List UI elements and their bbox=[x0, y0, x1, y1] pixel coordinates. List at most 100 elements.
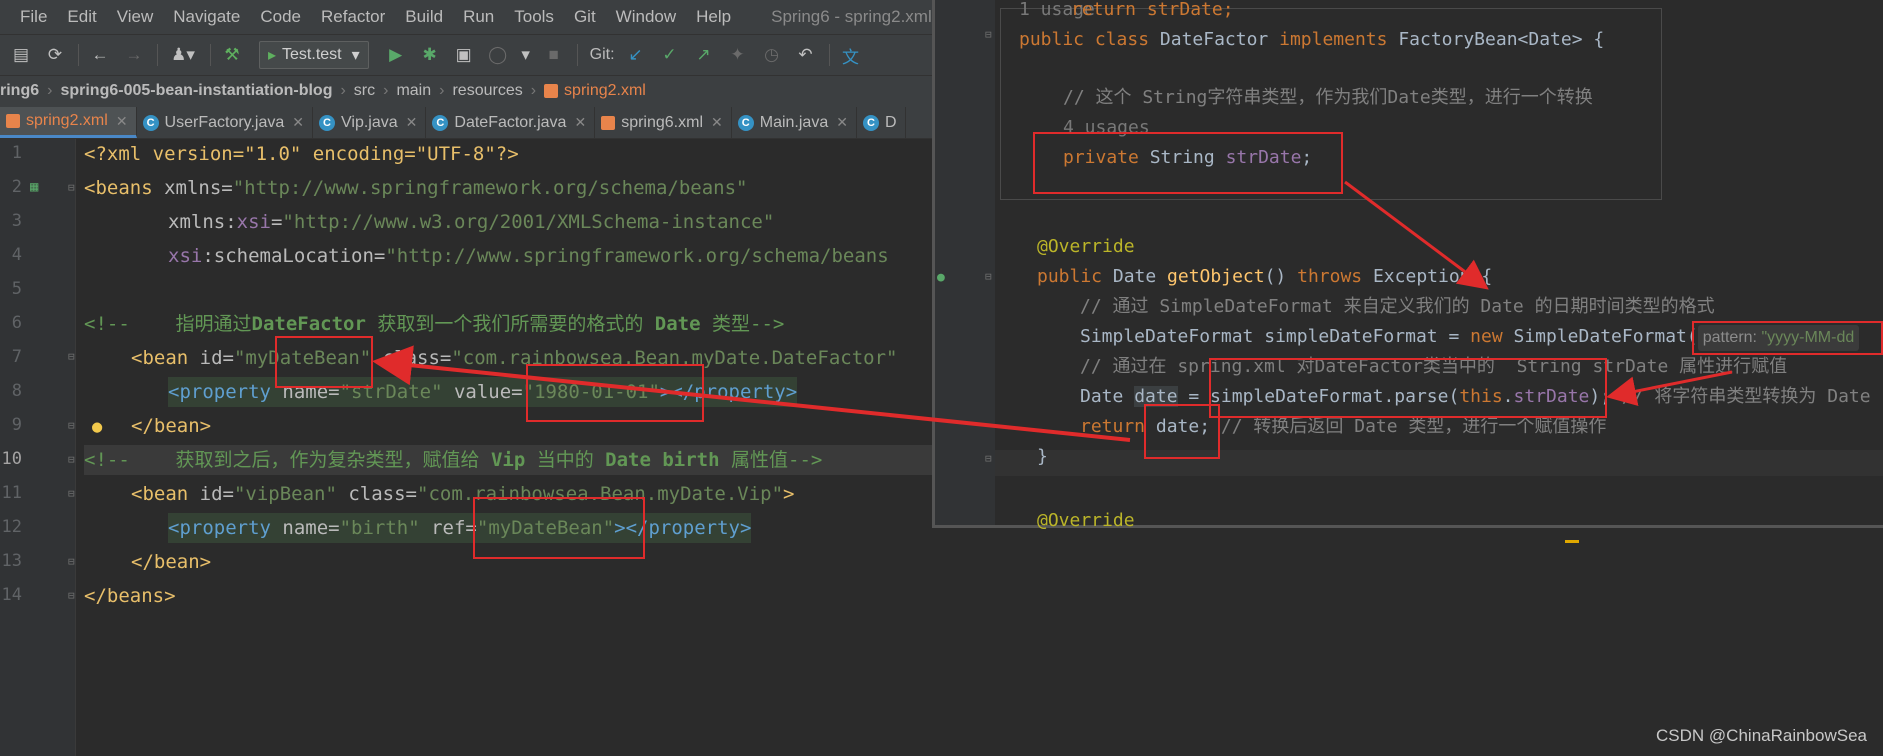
menu-git[interactable]: Git bbox=[574, 7, 596, 27]
breadcrumb-resources[interactable]: resources bbox=[452, 82, 522, 100]
override-gutter-icon[interactable]: ● bbox=[937, 270, 945, 285]
profile-icon[interactable]: ◯ bbox=[485, 42, 511, 68]
breadcrumb-module[interactable]: spring6-005-bean-instantiation-blog bbox=[60, 82, 332, 100]
tab-main-java[interactable]: C Main.java ✕ bbox=[732, 107, 857, 138]
tab-userfactory-java[interactable]: C UserFactory.java ✕ bbox=[137, 107, 314, 138]
debug-icon[interactable]: ✱ bbox=[417, 42, 443, 68]
menu-code[interactable]: Code bbox=[260, 7, 301, 27]
fold-icon[interactable]: ⊟ bbox=[68, 181, 75, 194]
menu-edit[interactable]: Edit bbox=[67, 7, 96, 27]
stop-icon[interactable]: ■ bbox=[541, 42, 567, 68]
git-commit-icon[interactable]: ✓ bbox=[657, 42, 683, 68]
watermark: CSDN @ChinaRainbowSea bbox=[1656, 726, 1867, 745]
attr-name: class= bbox=[371, 347, 452, 369]
save-icon[interactable]: ▤ bbox=[8, 42, 34, 68]
tab-d-java[interactable]: C D bbox=[857, 107, 906, 138]
run-icon[interactable]: ▶ bbox=[383, 42, 409, 68]
attr-name: xmlns= bbox=[164, 177, 233, 199]
menu-run[interactable]: Run bbox=[463, 7, 494, 27]
more-dropdown-icon[interactable]: ▾ bbox=[519, 42, 533, 68]
tab-label: Main.java bbox=[759, 113, 829, 131]
breadcrumb-src[interactable]: src bbox=[354, 82, 375, 100]
chevron-right-icon: › bbox=[340, 82, 346, 99]
git-update-icon[interactable]: ↙ bbox=[623, 42, 649, 68]
tab-label: spring2.xml bbox=[26, 112, 108, 129]
user-dropdown-icon[interactable]: ♟▾ bbox=[166, 42, 200, 68]
fold-icon[interactable]: ⊟ bbox=[985, 28, 992, 41]
xml-code-editor[interactable]: <?xml version="1.0" encoding="UTF-8"?> <… bbox=[76, 139, 940, 756]
xml-file-icon bbox=[6, 114, 20, 128]
class-icon: C bbox=[319, 114, 336, 131]
toolbar-divider bbox=[210, 44, 211, 66]
menu-window[interactable]: Window bbox=[616, 7, 676, 27]
breadcrumb-main[interactable]: main bbox=[396, 82, 431, 100]
fold-icon[interactable]: ⊟ bbox=[68, 453, 75, 466]
java-comment: // 这个 String字符串类型，作为我们Date类型，进行一个转换 bbox=[1063, 85, 1593, 111]
close-icon[interactable]: ✕ bbox=[836, 114, 848, 131]
breadcrumb-file[interactable]: spring2.xml bbox=[564, 82, 646, 100]
class-name: DateFactor bbox=[1159, 29, 1280, 50]
highlight-box-parse-call bbox=[1209, 358, 1607, 418]
breadcrumb-project[interactable]: ring6 bbox=[0, 82, 39, 100]
override-annotation: @Override bbox=[1037, 234, 1135, 260]
menu-refactor[interactable]: Refactor bbox=[321, 7, 385, 27]
history-icon[interactable]: ◷ bbox=[759, 42, 785, 68]
fold-icon[interactable]: ⊟ bbox=[68, 555, 75, 568]
fold-icon[interactable]: ⊟ bbox=[985, 452, 992, 465]
close-icon[interactable]: ✕ bbox=[116, 113, 128, 130]
git-branch-icon[interactable]: ✦ bbox=[725, 42, 751, 68]
attr-namespace: xsi bbox=[168, 245, 203, 267]
line-number: 7 bbox=[11, 347, 22, 367]
menu-help[interactable]: Help bbox=[696, 7, 731, 27]
menu-bar: File Edit View Navigate Code Refactor Bu… bbox=[0, 0, 1003, 34]
code-line-6: <!-- 指明通过DateFactor 获取到一个我们所需要的格式的 Date … bbox=[84, 309, 784, 339]
toolbar-divider bbox=[576, 44, 578, 66]
git-push-icon[interactable]: ↗ bbox=[691, 42, 717, 68]
menu-file[interactable]: File bbox=[20, 7, 47, 27]
menu-tools[interactable]: Tools bbox=[514, 7, 554, 27]
comment-text: // 通过 SimpleDateFormat 来自定义我们的 Date 的日期时… bbox=[1080, 296, 1715, 317]
spring-bean-gutter-icon[interactable]: ▦ bbox=[30, 179, 38, 195]
tab-spring6-xml[interactable]: spring6.xml ✕ bbox=[595, 107, 732, 138]
fold-icon[interactable]: ⊟ bbox=[985, 270, 992, 283]
menu-navigate[interactable]: Navigate bbox=[173, 7, 240, 27]
java-comment: // 通过 SimpleDateFormat 来自定义我们的 Date 的日期时… bbox=[1080, 294, 1715, 320]
rollback-icon[interactable]: ↶ bbox=[793, 42, 819, 68]
popup-return-line: return strDate; bbox=[1071, 0, 1234, 23]
close-icon[interactable]: ✕ bbox=[574, 114, 586, 131]
coverage-icon[interactable]: ▣ bbox=[451, 42, 477, 68]
line-number: 14 bbox=[1, 585, 22, 605]
fold-icon[interactable]: ⊟ bbox=[68, 350, 75, 363]
method-signature: public Date getObject() throws Exception… bbox=[1037, 264, 1492, 290]
close-icon[interactable]: ✕ bbox=[292, 114, 304, 131]
code-line-1: <?xml version="1.0" encoding="UTF-8"?> bbox=[84, 139, 519, 169]
tab-spring2-xml[interactable]: spring2.xml ✕ bbox=[0, 107, 137, 138]
line-number: 5 bbox=[11, 279, 22, 299]
tab-vip-java[interactable]: C Vip.java ✕ bbox=[313, 107, 427, 138]
translate-icon[interactable]: 文 bbox=[838, 42, 864, 68]
menu-view[interactable]: View bbox=[117, 7, 154, 27]
xml-comment: Vip bbox=[490, 449, 526, 471]
fold-icon[interactable]: ⊟ bbox=[68, 589, 75, 602]
type-name: Date bbox=[1080, 386, 1135, 407]
punctuation: } bbox=[1037, 446, 1048, 467]
tag-name: <beans bbox=[84, 177, 165, 199]
build-hammer-icon[interactable]: ⚒ bbox=[219, 42, 245, 68]
close-icon[interactable]: ✕ bbox=[711, 114, 723, 131]
tab-datefactor-java[interactable]: C DateFactor.java ✕ bbox=[426, 107, 596, 138]
close-icon[interactable]: ✕ bbox=[406, 114, 418, 131]
fold-icon[interactable]: ⊟ bbox=[68, 419, 75, 432]
code-text: SimpleDateFormat( bbox=[1513, 326, 1698, 347]
fold-icon[interactable]: ⊟ bbox=[68, 487, 75, 500]
menu-build[interactable]: Build bbox=[405, 7, 443, 27]
line-number-gutter: 1 2 3 4 5 6 7 8 9 10 11 12 13 14 ▦ ⊟ ⊟ ●… bbox=[0, 139, 102, 756]
run-configuration-select[interactable]: ▸ Test.test ▾ bbox=[259, 41, 369, 69]
code-line-3: xmlns:xsi="http://www.w3.org/2001/XMLSch… bbox=[168, 207, 774, 237]
tag-close: </bean> bbox=[131, 551, 212, 573]
back-arrow-icon[interactable]: ← bbox=[87, 42, 113, 68]
code-line-11: <bean id="vipBean" class="com.rainbowsea… bbox=[131, 479, 795, 509]
tag-name: <property bbox=[168, 517, 283, 539]
forward-arrow-icon[interactable]: → bbox=[121, 42, 147, 68]
sync-icon[interactable]: ⟳ bbox=[42, 42, 68, 68]
toolbar: ▤ ⟳ ← → ♟▾ ⚒ ▸ Test.test ▾ ▶ ✱ ▣ ◯ ▾ ■ G… bbox=[0, 34, 940, 75]
